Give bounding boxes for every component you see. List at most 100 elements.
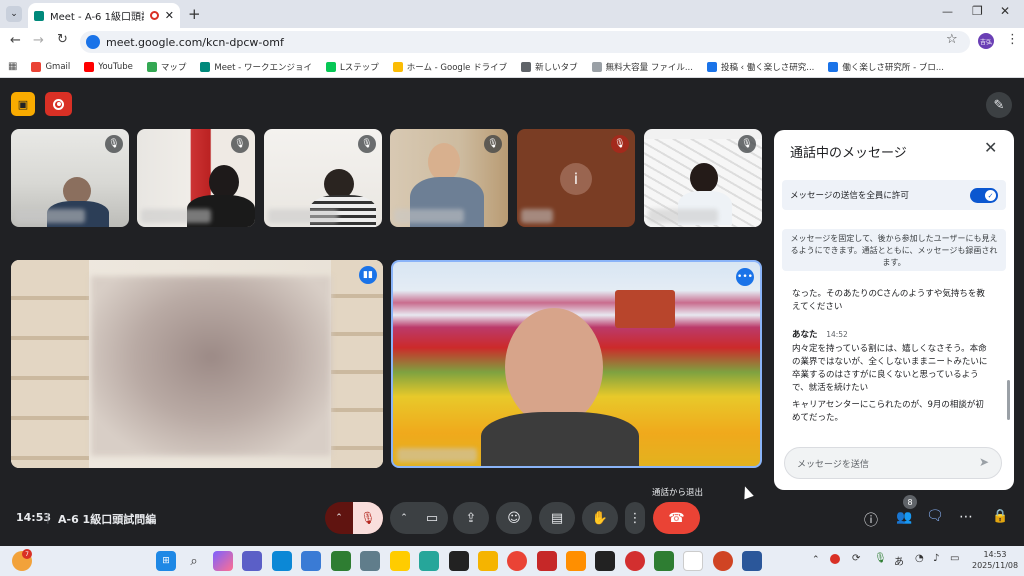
participant-tile[interactable]: 🎙 — [390, 129, 508, 227]
battery-icon[interactable]: ▭ — [950, 553, 959, 564]
chat-button[interactable]: 🗨 — [926, 508, 944, 524]
start-icon[interactable]: ⊞ — [156, 551, 176, 571]
participant-count-badge: 8 — [903, 495, 917, 509]
app-icon[interactable] — [654, 551, 674, 571]
tray-mic-icon[interactable]: 🎙 — [874, 553, 887, 564]
bookmark-item[interactable]: ホーム - Google ドライブ — [392, 61, 507, 73]
bookmarks-bar: ▦ Gmail YouTube マップ Meet - ワークエンジョイ Lステップ ホーム… — [0, 56, 1024, 78]
speaking-indicator-icon: ••• — [736, 268, 754, 286]
message-input[interactable]: メッセージを送信 ➤ — [784, 447, 1002, 479]
participant-tile[interactable]: 🎙 — [137, 129, 255, 227]
bookmark-item[interactable]: 投稿 ‹ 働く楽しさ研究... — [706, 61, 814, 73]
site-info-icon[interactable] — [86, 35, 100, 49]
tab-list-button[interactable]: ⌄ — [6, 6, 22, 22]
ime-indicator[interactable]: あ — [894, 553, 904, 568]
raise-hand-button[interactable]: ✋ — [582, 502, 618, 534]
app-icon[interactable] — [537, 551, 557, 571]
bookmark-star-icon[interactable]: ☆ — [946, 32, 958, 47]
chrome-icon[interactable] — [507, 551, 527, 571]
edit-icon[interactable]: ✎ — [986, 92, 1012, 118]
tray-clock[interactable]: 14:53 2025/11/08 — [972, 549, 1018, 571]
participant-name — [268, 209, 338, 223]
participant-tile-large[interactable]: ▮▮ — [11, 260, 383, 468]
bookmark-favicon-icon — [828, 61, 839, 72]
meeting-info-icon[interactable]: ⓘ — [864, 510, 878, 530]
leave-call-button[interactable]: ☎ — [653, 502, 700, 534]
volume-icon[interactable]: ♪ — [933, 553, 939, 564]
send-icon[interactable]: ➤ — [979, 455, 989, 469]
restore-button[interactable]: ❐ — [972, 4, 983, 18]
bookmark-item[interactable]: Meet - ワークエンジョイ — [200, 61, 312, 73]
powerpoint-icon[interactable] — [713, 551, 733, 571]
reload-icon[interactable]: ↻ — [57, 32, 68, 47]
chat-scrollbar[interactable] — [1007, 380, 1010, 420]
bookshelf-right — [331, 260, 383, 468]
window-close-button[interactable]: ✕ — [1000, 4, 1010, 18]
app-icon[interactable] — [625, 551, 645, 571]
bookmark-label: マップ — [160, 62, 187, 73]
participant-tile-active[interactable]: ••• — [391, 260, 762, 468]
bookmark-item[interactable]: 無料大容量 ファイル... — [591, 61, 693, 73]
omnibox[interactable]: meet.google.com/kcn-dpcw-omf — [80, 31, 970, 53]
mic-options-chevron-icon[interactable]: ⌃ — [325, 513, 353, 523]
reactions-button[interactable]: ☺ — [496, 502, 532, 534]
participant-tile[interactable]: 🎙 — [11, 129, 129, 227]
bookmark-favicon-icon — [31, 61, 42, 72]
mail-icon[interactable] — [301, 551, 321, 571]
minimize-button[interactable]: — — [942, 5, 953, 18]
vlc-icon[interactable] — [566, 551, 586, 571]
calculator-icon[interactable] — [360, 551, 380, 571]
message-sender: あなた — [792, 330, 818, 340]
bookmark-item[interactable]: 働く楽しさ研究所 - ブロ... — [828, 61, 944, 73]
bookmark-item[interactable]: マップ — [146, 61, 187, 73]
app-icon[interactable] — [419, 551, 439, 571]
app-icon[interactable] — [683, 551, 703, 571]
app-icon[interactable] — [595, 551, 615, 571]
search-icon[interactable]: ⌕ — [184, 551, 204, 571]
tractor — [615, 290, 675, 328]
forward-icon[interactable]: → — [33, 33, 44, 48]
file-explorer-icon[interactable] — [478, 551, 498, 571]
people-button[interactable]: 👥 — [896, 510, 912, 525]
close-chat-button[interactable]: ✕ — [984, 138, 997, 157]
word-icon[interactable] — [742, 551, 762, 571]
activities-icon[interactable]: ⋯ — [959, 509, 973, 525]
camera-button[interactable]: ▭ — [417, 511, 447, 526]
bookmark-label: 新しいタブ — [535, 62, 578, 73]
app-icon[interactable] — [331, 551, 351, 571]
captions-off-icon[interactable]: ▣ — [11, 92, 35, 116]
more-options-button[interactable]: ⋮ — [625, 502, 645, 534]
new-tab-button[interactable]: + — [188, 5, 201, 23]
bookmark-item[interactable]: Gmail — [31, 61, 70, 73]
bookmark-favicon-icon — [706, 61, 717, 72]
tab-close-icon[interactable]: ✕ — [165, 9, 174, 22]
participant-tile[interactable]: 🎙 — [644, 129, 762, 227]
apps-grid-icon[interactable]: ▦ — [8, 61, 17, 72]
host-controls-icon[interactable]: 🔒 — [992, 509, 1008, 524]
bookmark-item[interactable]: 新しいタブ — [521, 61, 578, 73]
back-icon[interactable]: ← — [10, 33, 21, 48]
present-button[interactable]: ⇪ — [453, 502, 489, 534]
bookmark-item[interactable]: Lステップ — [325, 61, 379, 73]
sticky-notes-icon[interactable] — [390, 551, 410, 571]
allow-messages-toggle[interactable]: ✓ — [970, 188, 998, 203]
participant-name — [648, 209, 718, 223]
sync-icon[interactable]: ⟳ — [852, 553, 860, 564]
terminal-icon[interactable] — [449, 551, 469, 571]
tab-meet[interactable]: Meet - A-6 1級口頭試問編 ✕ — [28, 3, 180, 28]
teams-icon[interactable] — [242, 551, 262, 571]
camera-options-chevron-icon[interactable]: ⌃ — [391, 513, 417, 523]
captions-button[interactable]: ▤ — [539, 502, 575, 534]
wifi-icon[interactable]: ◔ — [915, 553, 924, 564]
participant-tile[interactable]: 🎙 — [264, 129, 382, 227]
menu-icon[interactable]: ⋮ — [1006, 32, 1019, 47]
tray-app-icon[interactable] — [830, 554, 840, 564]
recording-button[interactable] — [45, 92, 72, 116]
participant-head — [209, 165, 239, 199]
tray-chevron-icon[interactable]: ⌃ — [812, 555, 820, 565]
bookmark-item[interactable]: YouTube — [84, 61, 133, 73]
copilot-icon[interactable] — [213, 551, 233, 571]
participant-tile[interactable]: i 🎙 — [517, 129, 635, 227]
edge-icon[interactable] — [272, 551, 292, 571]
profile-avatar[interactable]: 吉弘 — [978, 33, 994, 49]
